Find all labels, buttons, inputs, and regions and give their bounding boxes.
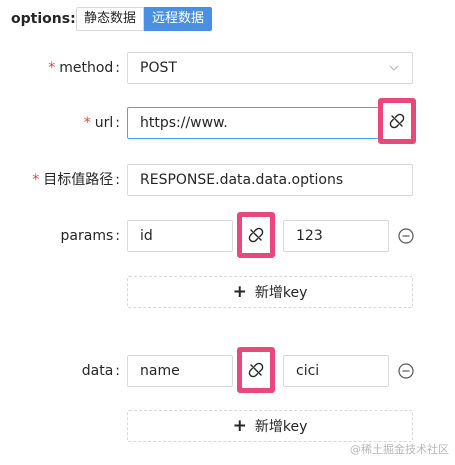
url-link-toggle-button[interactable]: [378, 98, 416, 144]
required-mark: *: [83, 115, 91, 131]
params-label: params:: [60, 228, 120, 244]
unlink-icon: [389, 113, 405, 129]
required-mark: *: [48, 60, 56, 76]
required-mark: *: [32, 172, 40, 188]
plus-icon: +: [232, 281, 247, 302]
chevron-down-icon: [389, 65, 399, 71]
url-input[interactable]: https://www.: [127, 107, 413, 139]
target-path-label: * 目标值路径:: [32, 172, 120, 188]
url-label: * url:: [83, 115, 120, 131]
method-label: * method:: [48, 60, 120, 76]
params-add-key-button[interactable]: + 新增key: [127, 276, 413, 308]
plus-icon: +: [232, 415, 247, 436]
segment-static-data[interactable]: 静态数据: [76, 7, 145, 31]
method-select[interactable]: POST: [127, 52, 413, 84]
method-select-value: POST: [140, 60, 177, 76]
params-key-input[interactable]: id: [127, 220, 233, 252]
options-label: options:: [11, 11, 76, 27]
unlink-icon: [248, 362, 264, 378]
remove-circle-icon[interactable]: [398, 228, 414, 244]
unlink-icon: [248, 227, 264, 243]
remove-circle-icon[interactable]: [398, 363, 414, 379]
data-link-toggle-button[interactable]: [237, 347, 275, 393]
data-label: data:: [81, 363, 120, 379]
segment-remote-data[interactable]: 远程数据: [144, 7, 213, 31]
watermark: @稀土掘金技术社区: [350, 443, 449, 456]
data-add-key-button[interactable]: + 新增key: [127, 410, 413, 442]
params-link-toggle-button[interactable]: [237, 212, 275, 258]
data-key-input[interactable]: name: [127, 355, 233, 387]
options-segmented-control: 静态数据 远程数据: [76, 7, 213, 31]
params-value-input[interactable]: 123: [283, 220, 389, 252]
data-value-input[interactable]: cici: [283, 355, 389, 387]
target-path-input[interactable]: RESPONSE.data.data.options: [127, 164, 413, 196]
